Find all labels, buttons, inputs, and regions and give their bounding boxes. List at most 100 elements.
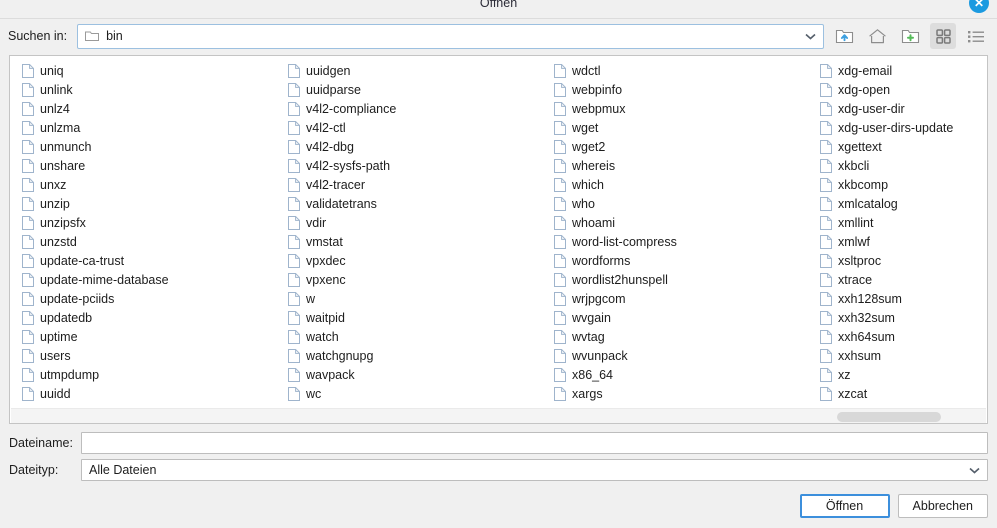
list-item[interactable]: xxhsum (817, 346, 987, 365)
list-item[interactable]: wget2 (551, 137, 809, 156)
list-item-label: update-mime-database (40, 272, 169, 287)
list-item[interactable]: unzstd (19, 232, 277, 251)
list-item-label: xkbcli (838, 158, 870, 173)
file-list-pane[interactable]: uniq unlink unlz4 unlzma unmunch unshare unxz u… (9, 55, 988, 424)
list-item[interactable]: xzcat (817, 384, 987, 403)
list-item[interactable]: unzip (19, 194, 277, 213)
parent-directory-button[interactable] (831, 23, 857, 49)
open-button[interactable]: Öffnen (799, 494, 890, 518)
list-item[interactable]: uuidparse (285, 80, 543, 99)
list-item[interactable]: wordlist2hunspell (551, 270, 809, 289)
list-item[interactable]: v4l2-sysfs-path (285, 156, 543, 175)
list-item[interactable]: vmstat (285, 232, 543, 251)
list-item[interactable]: update-pciids (19, 289, 277, 308)
list-item[interactable]: unxz (19, 175, 277, 194)
list-item[interactable]: xmlcatalog (817, 194, 987, 213)
list-item[interactable]: w (285, 289, 543, 308)
list-item[interactable]: uniq (19, 61, 277, 80)
list-item[interactable]: waitpid (285, 308, 543, 327)
list-item[interactable]: xxh64sum (817, 327, 987, 346)
open-file-dialog: Öffnen ✕ Suchen in: bin uniq unlink unlz… (0, 0, 997, 528)
list-item[interactable]: utmpdump (19, 365, 277, 384)
list-item[interactable]: whereis (551, 156, 809, 175)
list-item[interactable]: watchgnupg (285, 346, 543, 365)
list-item[interactable]: xtrace (817, 270, 987, 289)
list-item[interactable]: wc (285, 384, 543, 403)
cancel-button[interactable]: Abbrechen (897, 494, 988, 518)
list-item-label: wvunpack (572, 348, 628, 363)
grid-view-button[interactable] (930, 23, 956, 49)
list-item[interactable]: v4l2-dbg (285, 137, 543, 156)
list-item[interactable]: unlzma (19, 118, 277, 137)
list-item[interactable]: updatedb (19, 308, 277, 327)
list-item[interactable]: unlz4 (19, 99, 277, 118)
list-item[interactable]: wvgain (551, 308, 809, 327)
list-item[interactable]: wvtag (551, 327, 809, 346)
list-item[interactable]: vdir (285, 213, 543, 232)
list-item[interactable]: uptime (19, 327, 277, 346)
list-view-button[interactable] (963, 23, 989, 49)
list-item[interactable]: xdg-user-dir (817, 99, 987, 118)
list-item[interactable]: wget (551, 118, 809, 137)
list-item[interactable]: word-list-compress (551, 232, 809, 251)
list-item[interactable]: users (19, 346, 277, 365)
list-item[interactable]: xsltproc (817, 251, 987, 270)
path-combobox[interactable]: bin (77, 23, 824, 49)
horizontal-scrollbar-thumb[interactable] (837, 412, 941, 422)
list-item[interactable]: v4l2-ctl (285, 118, 543, 137)
list-item[interactable]: xmlwf (817, 232, 987, 251)
list-item[interactable]: xxh128sum (817, 289, 987, 308)
list-item[interactable]: validatetrans (285, 194, 543, 213)
file-icon (554, 253, 566, 268)
file-icon (288, 196, 300, 211)
list-item[interactable]: unzipsfx (19, 213, 277, 232)
list-item[interactable]: webpmux (551, 99, 809, 118)
list-item[interactable]: wvunpack (551, 346, 809, 365)
list-item[interactable]: vpxdec (285, 251, 543, 270)
new-folder-button[interactable] (897, 23, 923, 49)
list-item-label: xmlwf (838, 234, 870, 249)
list-item[interactable]: wavpack (285, 365, 543, 384)
filename-input[interactable] (81, 432, 988, 454)
list-item-label: uniq (40, 63, 64, 78)
file-icon (288, 120, 300, 135)
list-item[interactable]: xkbcli (817, 156, 987, 175)
list-item[interactable]: xargs (551, 384, 809, 403)
list-item[interactable]: wrjpgcom (551, 289, 809, 308)
list-item[interactable]: v4l2-compliance (285, 99, 543, 118)
list-item[interactable]: who (551, 194, 809, 213)
file-icon (288, 234, 300, 249)
list-item[interactable]: update-mime-database (19, 270, 277, 289)
list-item[interactable]: wordforms (551, 251, 809, 270)
filetype-combobox[interactable]: Alle Dateien (81, 459, 988, 481)
list-item[interactable]: which (551, 175, 809, 194)
list-item[interactable]: v4l2-tracer (285, 175, 543, 194)
horizontal-scrollbar[interactable] (11, 408, 986, 423)
list-item-label: who (572, 196, 595, 211)
list-item[interactable]: x86_64 (551, 365, 809, 384)
list-item[interactable]: xdg-user-dirs-update (817, 118, 987, 137)
list-item[interactable]: xdg-open (817, 80, 987, 99)
chevron-down-icon[interactable] (801, 29, 819, 43)
list-item[interactable]: update-ca-trust (19, 251, 277, 270)
list-item[interactable]: unshare (19, 156, 277, 175)
list-item[interactable]: watch (285, 327, 543, 346)
list-item[interactable]: xxh32sum (817, 308, 987, 327)
list-item[interactable]: xz (817, 365, 987, 384)
home-directory-button[interactable] (864, 23, 890, 49)
list-item[interactable]: unlink (19, 80, 277, 99)
list-item[interactable]: uuidgen (285, 61, 543, 80)
list-item[interactable]: webpinfo (551, 80, 809, 99)
list-item[interactable]: xgettext (817, 137, 987, 156)
list-item[interactable]: unmunch (19, 137, 277, 156)
list-item[interactable]: uuidd (19, 384, 277, 403)
list-item[interactable]: xkbcomp (817, 175, 987, 194)
list-item[interactable]: xmllint (817, 213, 987, 232)
list-item[interactable]: vpxenc (285, 270, 543, 289)
list-item[interactable]: xdg-email (817, 61, 987, 80)
list-item[interactable]: whoami (551, 213, 809, 232)
close-icon[interactable]: ✕ (969, 0, 989, 13)
list-item[interactable]: wdctl (551, 61, 809, 80)
chevron-down-icon[interactable] (965, 463, 983, 477)
file-icon (288, 101, 300, 116)
